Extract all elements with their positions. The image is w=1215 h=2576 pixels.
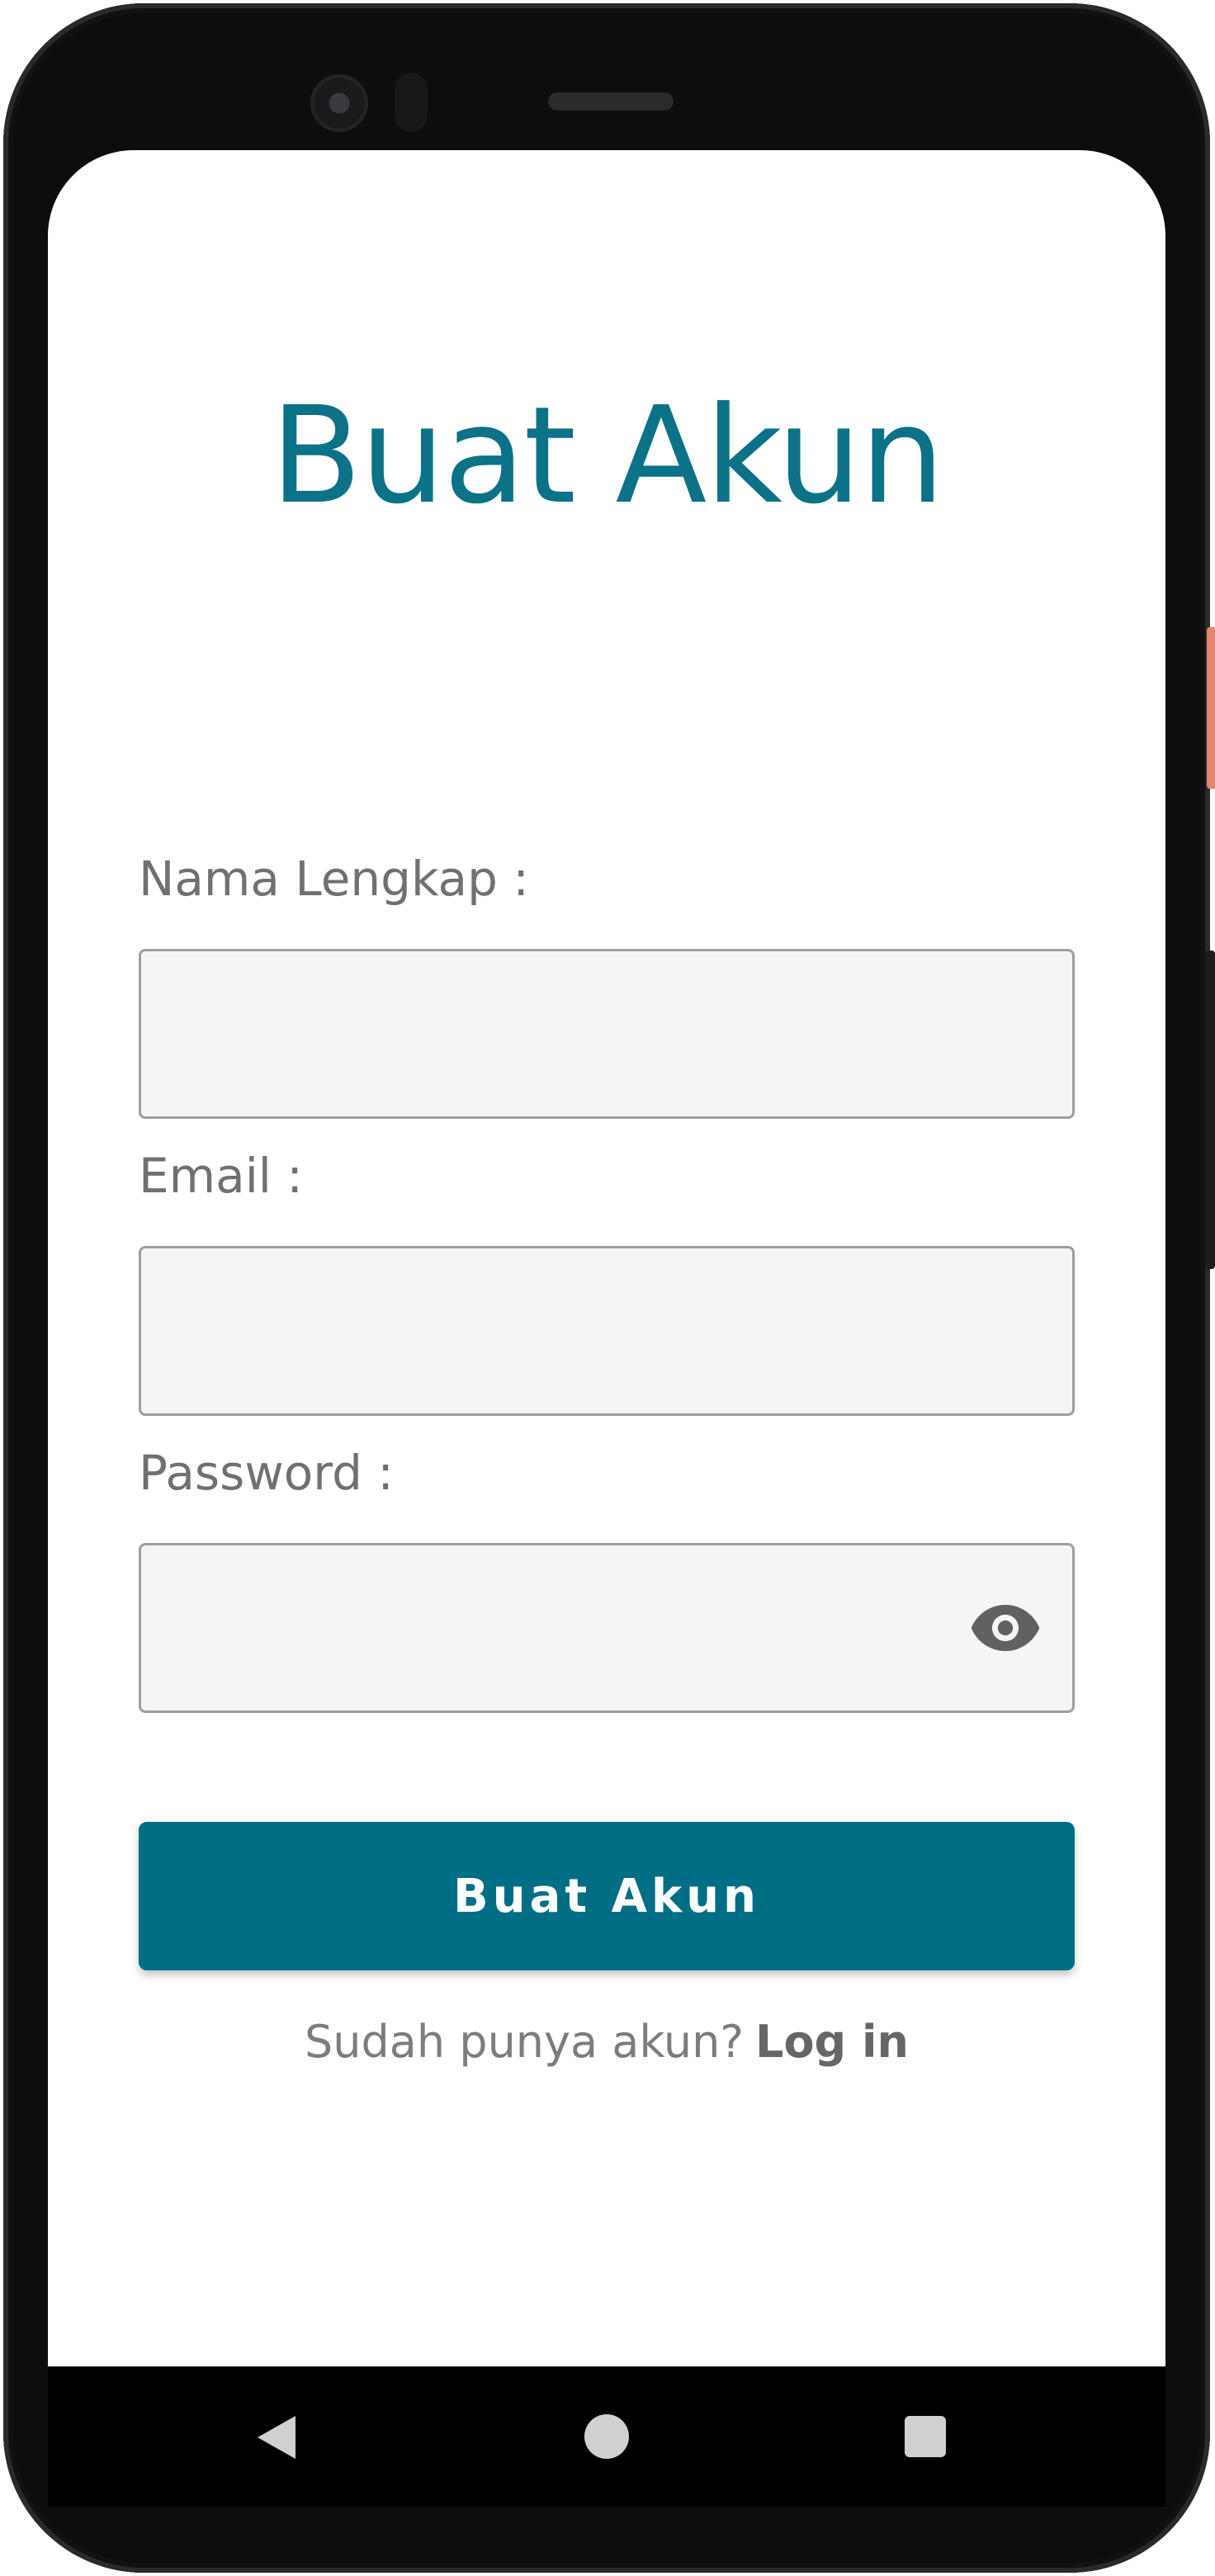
home-icon[interactable] — [584, 2414, 629, 2459]
password-input[interactable] — [139, 1543, 1075, 1713]
login-prompt-text: Sudah punya akun? — [305, 2016, 745, 2068]
app-screen: Buat Akun Nama Lengkap : Email : Passwor… — [48, 150, 1165, 2366]
login-prompt-row: Sudah punya akun? Log in — [48, 2020, 1165, 2064]
full-name-input[interactable] — [139, 949, 1075, 1119]
recent-apps-icon[interactable] — [905, 2416, 946, 2457]
password-label: Password : — [139, 1445, 394, 1501]
power-button — [1207, 627, 1215, 789]
email-label: Email : — [139, 1148, 303, 1204]
email-input[interactable] — [139, 1246, 1075, 1416]
volume-button — [1205, 951, 1215, 1269]
back-icon[interactable] — [258, 2416, 295, 2459]
proximity-sensor — [395, 73, 428, 132]
system-nav-bar — [48, 2366, 1165, 2507]
login-link[interactable]: Log in — [755, 2016, 909, 2068]
earpiece-speaker — [548, 92, 674, 111]
eye-icon[interactable] — [971, 1602, 1040, 1654]
create-account-button[interactable]: Buat Akun — [139, 1822, 1075, 1970]
full-name-label: Nama Lengkap : — [139, 851, 529, 907]
front-camera — [310, 74, 368, 132]
page-title: Buat Akun — [270, 379, 944, 534]
